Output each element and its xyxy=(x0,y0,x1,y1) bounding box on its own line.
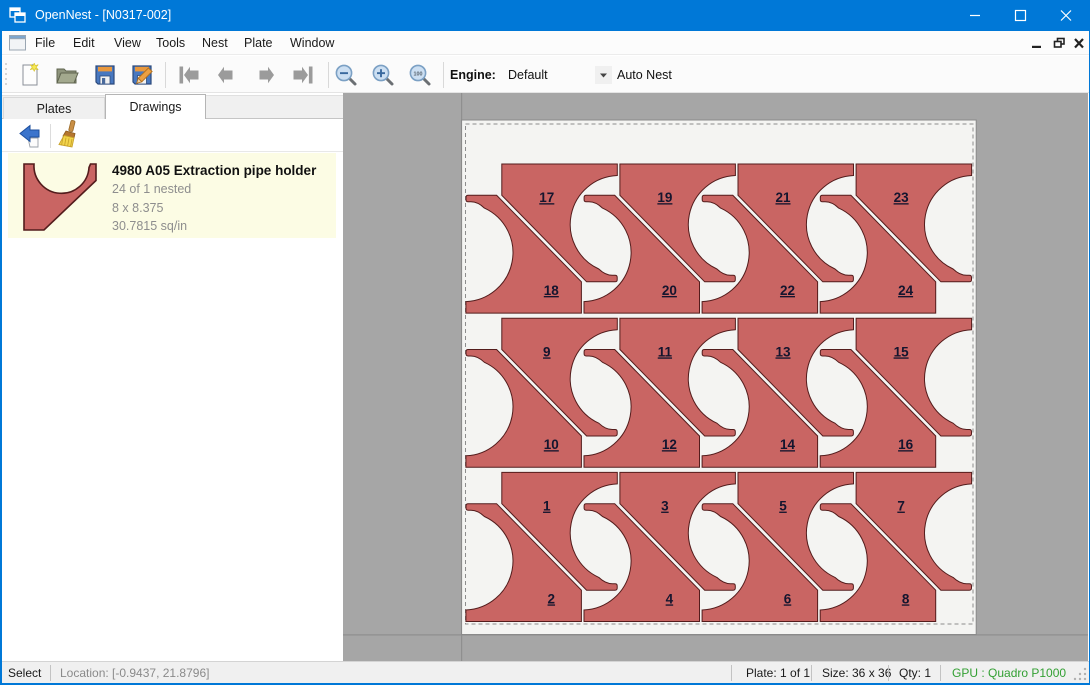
svg-text:17: 17 xyxy=(539,190,554,205)
svg-text:3: 3 xyxy=(661,499,669,514)
svg-text:11: 11 xyxy=(658,344,673,359)
svg-text:14: 14 xyxy=(780,437,796,452)
svg-text:9: 9 xyxy=(543,344,551,359)
svg-text:22: 22 xyxy=(780,283,795,298)
svg-text:8: 8 xyxy=(902,591,910,606)
svg-text:13: 13 xyxy=(775,344,791,359)
svg-text:5: 5 xyxy=(779,499,787,514)
svg-text:7: 7 xyxy=(897,499,905,514)
svg-text:19: 19 xyxy=(657,190,672,205)
svg-text:100: 100 xyxy=(414,72,423,78)
svg-text:4: 4 xyxy=(666,591,674,606)
svg-text:24: 24 xyxy=(898,283,914,298)
svg-text:1: 1 xyxy=(543,499,551,514)
svg-text:23: 23 xyxy=(894,190,910,205)
svg-text:16: 16 xyxy=(898,437,914,452)
svg-text:18: 18 xyxy=(544,283,560,298)
svg-text:15: 15 xyxy=(894,344,910,359)
svg-text:6: 6 xyxy=(784,591,792,606)
svg-text:21: 21 xyxy=(775,190,791,205)
svg-text:20: 20 xyxy=(662,283,677,298)
svg-text:2: 2 xyxy=(548,591,556,606)
svg-text:12: 12 xyxy=(662,437,677,452)
svg-text:10: 10 xyxy=(544,437,559,452)
